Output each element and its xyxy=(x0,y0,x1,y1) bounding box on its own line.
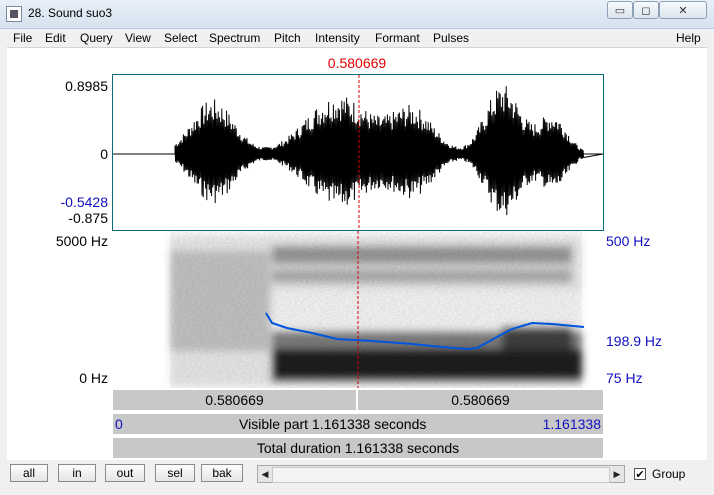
zoom-in-label: in xyxy=(72,466,82,480)
menu-pitch[interactable]: Pitch xyxy=(274,31,301,45)
menu-select[interactable]: Select xyxy=(164,31,197,45)
bottom-toolbar: all in out sel bak ◀ ▶ ✔ Group xyxy=(7,460,707,488)
minimize-icon: ▭ xyxy=(614,4,626,17)
zoom-in-button[interactable]: in xyxy=(58,464,96,482)
all-button-label: all xyxy=(22,466,35,480)
zoom-out-button[interactable]: out xyxy=(105,464,145,482)
horizontal-scrollbar[interactable]: ◀ ▶ xyxy=(257,465,625,483)
minimize-button[interactable]: ▭ xyxy=(607,1,633,19)
visible-part-label: Visible part 1.161338 seconds xyxy=(239,416,427,432)
close-icon: ✕ xyxy=(678,4,688,17)
all-button[interactable]: all xyxy=(10,464,48,482)
pitch-axis-bottom: 75 Hz xyxy=(606,370,643,386)
menu-file[interactable]: File xyxy=(13,31,32,45)
menu-intensity[interactable]: Intensity xyxy=(315,31,360,45)
group-checkbox[interactable]: ✔ xyxy=(634,468,646,481)
pitch-axis-top: 500 Hz xyxy=(606,233,651,249)
waveform-y-min: -0.875 xyxy=(68,210,108,226)
zoom-selection-button[interactable]: sel xyxy=(155,464,195,482)
zoom-out-label: out xyxy=(116,466,134,480)
maximize-icon: ◻ xyxy=(641,4,651,17)
window-title: 28. Sound suo3 xyxy=(28,6,113,20)
menu-spectrum[interactable]: Spectrum xyxy=(209,31,260,45)
menu-help[interactable]: Help xyxy=(676,31,701,45)
spectrogram-freq-bottom: 0 Hz xyxy=(79,370,108,386)
cursor-time-label: 0.580669 xyxy=(327,55,387,71)
menu-pulses[interactable]: Pulses xyxy=(433,31,469,45)
visible-end: 1.161338 xyxy=(542,416,601,432)
group-label: Group xyxy=(652,467,686,481)
selection-right-bar[interactable]: 0.580669 xyxy=(357,389,604,411)
zoom-back-button[interactable]: bak xyxy=(201,464,243,482)
waveform-panel[interactable] xyxy=(112,74,604,231)
selection-left-time: 0.580669 xyxy=(205,392,264,408)
praat-sound-window: 28. Sound suo3 ▭ ◻ ✕ File Edit Query Vie… xyxy=(0,0,714,495)
menu-query[interactable]: Query xyxy=(80,31,113,45)
menu-bar: File Edit Query View Select Spectrum Pit… xyxy=(7,29,707,48)
scroll-right-icon[interactable]: ▶ xyxy=(611,467,623,481)
close-button[interactable]: ✕ xyxy=(659,1,707,19)
waveform-y-cursor: -0.5428 xyxy=(60,194,108,210)
maximize-button[interactable]: ◻ xyxy=(633,1,659,19)
selection-right-time: 0.580669 xyxy=(451,392,510,408)
pitch-value: 198.9 Hz xyxy=(606,333,663,349)
waveform-signal xyxy=(113,86,603,216)
waveform-y-zero: 0 xyxy=(100,146,108,162)
total-duration-label: Total duration 1.161338 seconds xyxy=(256,440,460,456)
spectrogram-freq-top: 5000 Hz xyxy=(55,233,108,249)
menu-view[interactable]: View xyxy=(125,31,151,45)
check-icon: ✔ xyxy=(635,468,645,481)
spectrogram-panel[interactable] xyxy=(112,231,604,388)
visible-start: 0 xyxy=(115,416,123,432)
waveform-y-max: 0.8985 xyxy=(65,78,108,94)
zoom-back-label: bak xyxy=(212,466,232,480)
zoom-selection-label: sel xyxy=(167,466,183,480)
scrollbar-thumb[interactable] xyxy=(272,467,610,483)
scroll-left-icon[interactable]: ◀ xyxy=(259,467,271,481)
title-bar[interactable]: 28. Sound suo3 ▭ ◻ ✕ xyxy=(0,0,714,29)
menu-edit[interactable]: Edit xyxy=(45,31,66,45)
total-duration-bar[interactable]: Total duration 1.161338 seconds xyxy=(112,437,604,459)
menu-formant[interactable]: Formant xyxy=(375,31,420,45)
visible-part-bar[interactable]: 0 Visible part 1.161338 seconds 1.161338 xyxy=(112,413,604,435)
spectrogram-plot xyxy=(112,231,604,388)
app-icon xyxy=(6,6,22,22)
waveform-plot xyxy=(113,75,603,230)
selection-left-bar[interactable]: 0.580669 xyxy=(112,389,357,411)
